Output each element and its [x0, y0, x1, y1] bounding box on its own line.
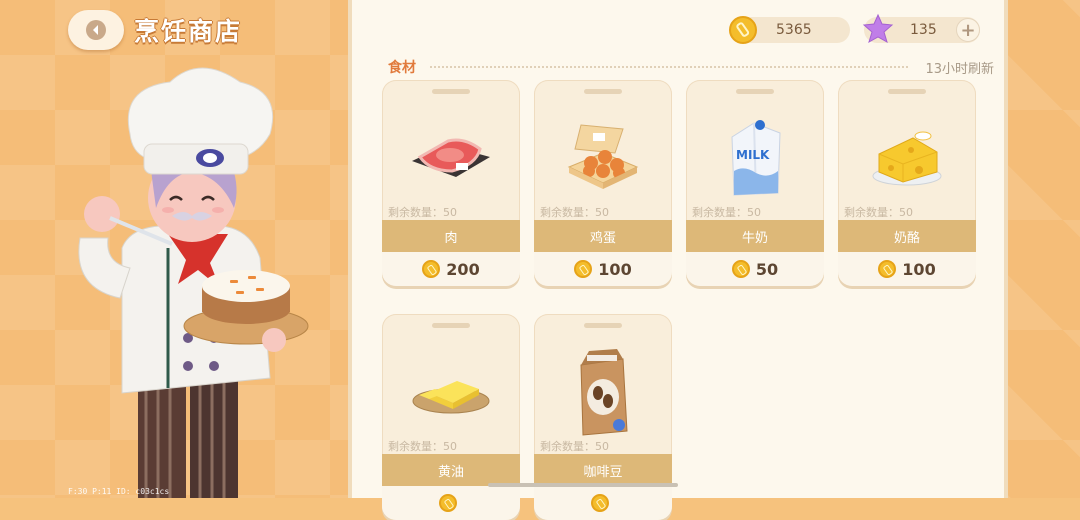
coin-icon [422, 260, 441, 278]
shop-item-card[interactable]: 剩余数量：50 鸡蛋 100 [534, 80, 672, 286]
item-name: 牛奶 [686, 220, 824, 252]
card-tab [432, 89, 470, 94]
buy-button[interactable] [382, 486, 520, 520]
shop-panel: 5365 135 + 食材 13小时刷新 剩余数量：50 肉 200 剩余数量：… [348, 0, 1008, 520]
add-stars-button[interactable]: + [956, 18, 980, 42]
item-remaining: 剩余数量：50 [540, 206, 609, 219]
shop-item-card[interactable]: 剩余数量：50 咖啡豆 [534, 314, 672, 520]
buy-button[interactable] [534, 486, 672, 520]
card-tab [736, 89, 774, 94]
shop-item-card[interactable]: 剩余数量：50 黄油 [382, 314, 520, 520]
item-remaining: 剩余数量：50 [692, 206, 761, 219]
shop-item-card[interactable]: MILK 剩余数量：50 牛奶 50 [686, 80, 824, 286]
coin-icon [878, 260, 897, 278]
refresh-timer: 13小时刷新 [925, 62, 994, 77]
coin-amount: 5365 [776, 22, 812, 38]
chef-character [78, 67, 309, 498]
star-counter: 135 + [862, 13, 980, 44]
shop-item-card[interactable]: 剩余数量：50 奶酪 100 [838, 80, 976, 286]
divider [430, 66, 908, 68]
item-name: 奶酪 [838, 220, 976, 252]
butter-icon [412, 381, 490, 414]
item-remaining: 剩余数量：50 [540, 440, 609, 453]
back-button[interactable] [68, 10, 124, 50]
buy-button[interactable]: 100 [838, 252, 976, 286]
star-amount: 135 [910, 22, 937, 38]
shop-item-card[interactable]: 剩余数量：50 肉 200 [382, 80, 520, 286]
star-icon [862, 13, 894, 44]
item-name: 咖啡豆 [534, 454, 672, 486]
milk-carton-icon: MILK [731, 120, 781, 196]
coin-icon [574, 260, 593, 278]
item-price: 50 [755, 259, 779, 279]
section-label: 食材 [388, 60, 416, 76]
buy-button[interactable]: 100 [534, 252, 672, 286]
back-arrow-icon [86, 20, 106, 40]
card-tab [888, 89, 926, 94]
item-remaining: 剩余数量：50 [388, 206, 457, 219]
shop-header: 烹饪商店 [68, 10, 242, 50]
page-title: 烹饪商店 [134, 17, 243, 46]
coin-icon [591, 494, 609, 512]
item-price: 100 [598, 259, 632, 279]
card-tab [584, 323, 622, 328]
coin-icon [729, 16, 757, 44]
right-backdrop [1008, 0, 1080, 498]
debug-overlay: F:30 P:11 ID: c03c1cs [68, 487, 170, 496]
item-remaining: 剩余数量：50 [388, 440, 457, 453]
meat-icon [412, 138, 490, 177]
section-header: 食材 13小时刷新 [388, 57, 994, 77]
item-remaining: 剩余数量：50 [844, 206, 913, 219]
item-name: 肉 [382, 220, 520, 252]
coffee-bag-icon [580, 349, 628, 436]
coin-counter: 5365 [729, 16, 850, 44]
card-tab [432, 323, 470, 328]
buy-button[interactable]: 50 [686, 252, 824, 286]
item-price: 200 [446, 259, 480, 279]
plus-icon: + [960, 19, 976, 41]
egg-carton-icon [567, 124, 639, 189]
home-indicator[interactable] [488, 483, 678, 487]
buy-button[interactable]: 200 [382, 252, 520, 286]
item-price: 100 [902, 259, 936, 279]
item-name: 黄油 [382, 454, 520, 486]
svg-text:MILK: MILK [736, 148, 770, 162]
cheese-icon [872, 131, 942, 186]
coin-icon [731, 260, 750, 278]
card-tab [584, 89, 622, 94]
item-name: 鸡蛋 [534, 220, 672, 252]
coin-icon [439, 494, 457, 512]
